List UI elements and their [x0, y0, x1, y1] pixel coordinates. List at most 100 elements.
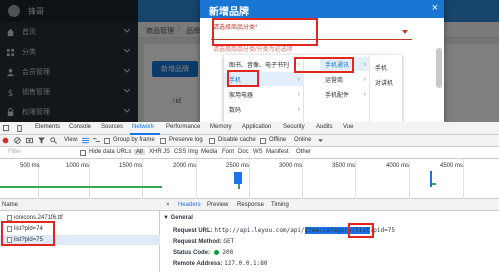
- tab-elements[interactable]: Elements: [35, 124, 60, 130]
- timeline-tick: 2000 ms: [173, 163, 197, 169]
- filter-type-doc[interactable]: Doc: [238, 149, 249, 155]
- timeline-tick: 1500 ms: [119, 163, 143, 169]
- filter-type-manifest[interactable]: Manifest: [266, 149, 289, 155]
- network-overview-timeline[interactable]: 500 ms 1000 ms 1500 ms 2000 ms 2500 ms 3…: [0, 159, 499, 199]
- search-icon[interactable]: [50, 137, 57, 144]
- tab-application[interactable]: Application: [242, 124, 271, 130]
- cascader-option[interactable]: 家用电器 ›: [224, 87, 304, 101]
- tab-audits[interactable]: Audits: [316, 124, 333, 130]
- timeline-tick: 1000 ms: [66, 163, 90, 169]
- cascader-option[interactable]: 手机: [370, 60, 402, 74]
- app-viewport: 锋哥 首页 分类 会员管理 $ 销售管理 权限管理 商品管理: [0, 0, 499, 122]
- record-icon[interactable]: [2, 137, 9, 144]
- tab-preview[interactable]: Preview: [207, 202, 228, 208]
- filter-type-xhr[interactable]: XHR: [149, 149, 162, 155]
- cascader-option[interactable]: 运营商 ›: [320, 72, 370, 86]
- cascader-option-label: 手机配件: [325, 92, 350, 99]
- timeline-gridline: [302, 159, 303, 199]
- highlight-category-field: [212, 18, 318, 46]
- clear-icon[interactable]: [14, 137, 21, 144]
- highlight-pid-param: [348, 223, 374, 238]
- tab-security[interactable]: Security: [283, 124, 305, 130]
- filter-type-css[interactable]: CSS: [174, 149, 186, 155]
- tab-response[interactable]: Response: [237, 202, 264, 208]
- status-code-value: 200: [222, 249, 234, 256]
- filter-type-font[interactable]: Font: [222, 149, 234, 155]
- request-method-label: Request Method:: [173, 239, 222, 245]
- tab-headers[interactable]: Headers: [178, 202, 201, 208]
- tab-vue[interactable]: Vue: [343, 124, 353, 130]
- name-column-header[interactable]: Name: [2, 202, 18, 208]
- tab-network[interactable]: Network: [132, 124, 154, 130]
- disable-cache-label: Disable cache: [218, 137, 256, 143]
- group-by-frame-label: Group by frame: [113, 137, 155, 143]
- timeline-bar: [234, 172, 242, 184]
- timeline-tick: 4500 ms: [440, 163, 464, 169]
- dialog-scrollbar[interactable]: [436, 48, 442, 88]
- cascader-column-3: 手机 对讲机: [370, 55, 402, 122]
- filter-type-ws[interactable]: WS: [253, 149, 263, 155]
- tab-console[interactable]: Console: [69, 124, 91, 130]
- throttle-select[interactable]: Online: [294, 137, 311, 143]
- timeline-gridline: [409, 159, 410, 199]
- view-label: View:: [64, 137, 79, 143]
- dialog-title: 新增品牌: [209, 7, 249, 18]
- disable-cache-checkbox[interactable]: [209, 138, 215, 144]
- timeline-tick: 500 ms: [20, 163, 40, 169]
- cascader-option[interactable]: 对讲机: [370, 75, 402, 89]
- request-url-label: Request URL:: [173, 228, 213, 234]
- tab-memory[interactable]: Memory: [210, 124, 232, 130]
- general-section-header[interactable]: ▼ General: [163, 215, 193, 221]
- hide-data-urls-checkbox[interactable]: [80, 150, 86, 156]
- dropdown-arrow-icon[interactable]: [402, 30, 408, 34]
- cascader-column-1: 图书、音像、电子书刊 › 手机 › 家用电器 › 数码 ›: [224, 55, 304, 122]
- status-ok-icon: [213, 249, 219, 255]
- filter-input[interactable]: Filter: [8, 149, 21, 155]
- devtools-tab-bar: Elements Console Sources Network Perform…: [0, 122, 499, 135]
- triangle-down-icon: ▼: [163, 215, 169, 221]
- inspect-element-icon[interactable]: [3, 125, 10, 132]
- filter-icon[interactable]: [38, 137, 45, 144]
- filter-type-js[interactable]: JS: [163, 149, 170, 155]
- chevron-right-icon: ›: [363, 60, 366, 68]
- status-code-row: Status Code: 200: [173, 249, 233, 256]
- request-list: Name ionicons.2471f6.ttf list?pid=74 lis…: [0, 199, 160, 272]
- preserve-log-label: Preserve log: [169, 137, 203, 143]
- timeline-gridline: [355, 159, 356, 199]
- chevron-down-icon[interactable]: [318, 139, 323, 143]
- group-by-frame-checkbox[interactable]: [104, 138, 110, 144]
- cascader-option[interactable]: 图书、音像、电子书刊 ›: [224, 57, 304, 71]
- offline-checkbox[interactable]: [260, 138, 266, 144]
- tab-sources[interactable]: Sources: [101, 124, 123, 130]
- cascader-option-label: 图书、音像、电子书刊: [229, 62, 290, 69]
- close-icon[interactable]: ×: [432, 2, 438, 14]
- filter-type-all[interactable]: All: [134, 149, 145, 155]
- chevron-right-icon: ›: [363, 75, 366, 83]
- timeline-gridline: [249, 159, 250, 199]
- timeline-gridline: [463, 159, 464, 199]
- cascader-option[interactable]: 数码 ›: [224, 102, 304, 116]
- cascader-option-label: 运营商: [325, 77, 344, 84]
- filter-type-other[interactable]: Other: [296, 149, 311, 155]
- tab-performance[interactable]: Performance: [166, 124, 200, 130]
- request-method-row: Request Method: GET: [173, 238, 234, 245]
- request-detail-panel: × Headers Preview Response Timing ▼ Gene…: [160, 199, 499, 272]
- list-view-icon[interactable]: [82, 137, 89, 144]
- tab-timing[interactable]: Timing: [271, 202, 289, 208]
- filter-type-media[interactable]: Media: [201, 149, 217, 155]
- cascader-option-label: 数码: [229, 107, 242, 114]
- device-toolbar-icon[interactable]: [16, 125, 23, 132]
- cascader-option[interactable]: 手机配件 ›: [320, 87, 370, 101]
- highlight-phone-comm-category: [294, 57, 354, 73]
- close-detail-icon[interactable]: ×: [166, 202, 170, 208]
- timeline-tick: 3500 ms: [332, 163, 356, 169]
- remote-address-value: 127.0.0.1:80: [224, 260, 268, 267]
- filter-type-img[interactable]: Img: [188, 149, 198, 155]
- remote-address-label: Remote Address:: [173, 261, 223, 267]
- request-method-value: GET: [223, 238, 235, 245]
- network-filter-bar: Filter Hide data URLs All XHR JS CSS Img…: [0, 147, 499, 159]
- preserve-log-checkbox[interactable]: [160, 138, 166, 144]
- screenshot-icon[interactable]: [26, 137, 33, 144]
- waterfall-view-icon[interactable]: [93, 137, 100, 144]
- detail-tab-bar: × Headers Preview Response Timing: [160, 199, 499, 211]
